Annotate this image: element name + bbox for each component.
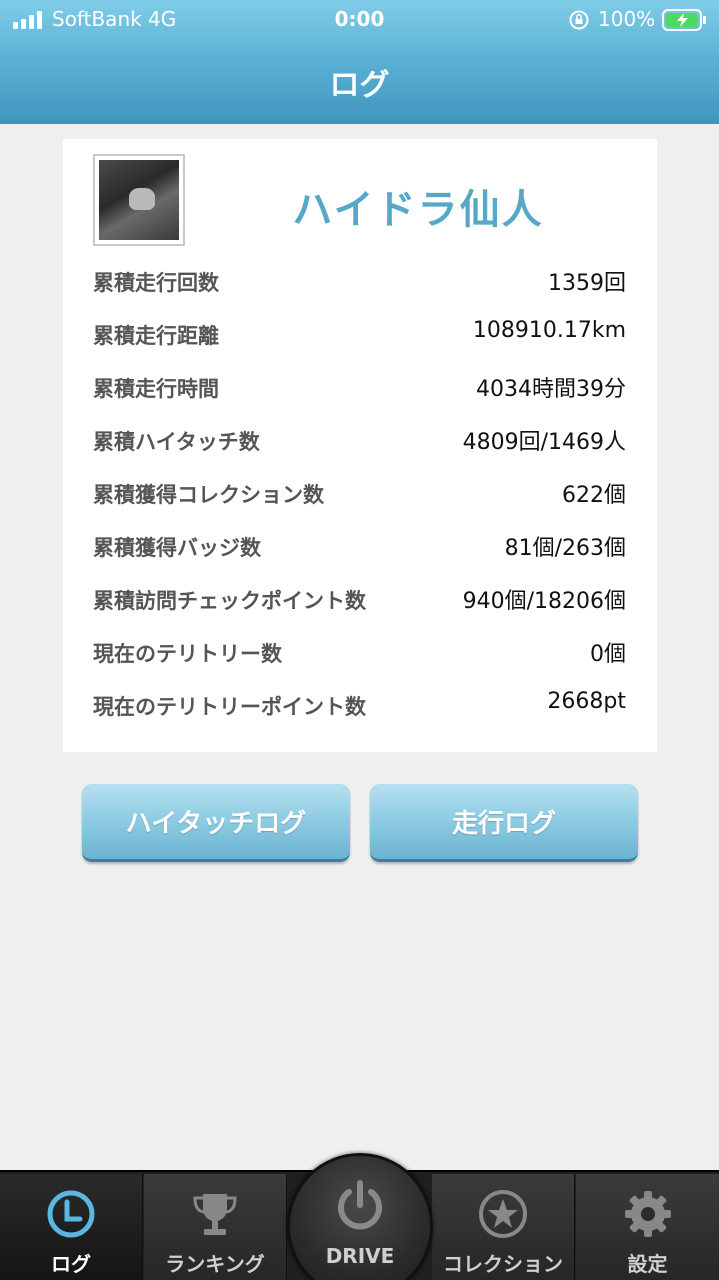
avatar[interactable] — [93, 154, 185, 246]
stat-label: 累積獲得コレクション数 — [93, 483, 324, 507]
stat-label: 現在のテリトリー数 — [93, 642, 282, 666]
user-name: ハイドラ仙人 — [292, 187, 544, 233]
stat-row: 累積獲得コレクション数 622個 — [93, 479, 626, 519]
stat-row: 現在のテリトリーポイント数 2668pt — [93, 689, 626, 731]
battery-charging-icon — [662, 9, 706, 31]
tab-collection-label: コレクション — [443, 1252, 563, 1276]
stat-row: 累積走行距離 108910.17km — [93, 318, 626, 360]
stat-value: 1359回 — [548, 271, 626, 296]
tab-collection[interactable]: コレクション — [432, 1174, 575, 1280]
hitouch-log-button[interactable]: ハイタッチログ — [82, 784, 350, 862]
star-icon — [479, 1190, 527, 1238]
stat-row: 累積獲得バッジ数 81個/263個 — [93, 532, 626, 572]
tab-settings-label: 設定 — [627, 1252, 668, 1276]
drive-label: DRIVE — [325, 1244, 395, 1268]
user-photo-icon — [99, 160, 179, 240]
stat-label: 累積走行時間 — [93, 377, 219, 401]
stat-value: 108910.17km — [472, 318, 626, 343]
orientation-lock-icon — [569, 10, 589, 30]
stat-value: 622個 — [562, 483, 626, 508]
status-bar: SoftBank 4G 0:00 100% — [0, 0, 719, 40]
stat-row: 現在のテリトリー数 0個 — [93, 638, 626, 678]
stat-row: 累積走行時間 4034時間39分 — [93, 373, 626, 413]
tab-ranking-label: ランキング — [165, 1252, 265, 1276]
stat-value: 0個 — [590, 642, 626, 667]
clock-icon — [47, 1190, 95, 1238]
profile-card: ハイドラ仙人 累積走行回数 1359回 累積走行距離 108910.17km 累… — [63, 139, 657, 752]
stat-value: 81個/263個 — [504, 536, 626, 561]
trophy-icon — [193, 1194, 237, 1235]
header-bar: SoftBank 4G 0:00 100% ログ — [0, 0, 719, 124]
stat-value: 940個/18206個 — [462, 589, 626, 614]
tab-log-label: ログ — [51, 1252, 91, 1276]
battery-percent: 100% — [598, 7, 656, 31]
stat-label: 累積走行距離 — [93, 324, 219, 348]
stat-value: 2668pt — [547, 689, 626, 714]
stat-label: 累積走行回数 — [93, 271, 219, 295]
stat-label: 累積ハイタッチ数 — [93, 430, 260, 454]
power-icon — [338, 1180, 382, 1230]
page-title: ログ — [329, 68, 390, 103]
stat-row: 累積ハイタッチ数 4809回/1469人 — [93, 426, 626, 466]
stat-row: 累積訪問チェックポイント数 940個/18206個 — [93, 585, 626, 625]
drive-log-button[interactable]: 走行ログ — [370, 784, 638, 862]
stat-label: 累積訪問チェックポイント数 — [93, 589, 366, 613]
stat-value: 4034時間39分 — [476, 377, 626, 402]
tab-settings[interactable]: 設定 — [576, 1174, 719, 1280]
stat-row: 累積走行回数 1359回 — [93, 267, 626, 307]
gear-icon — [624, 1191, 671, 1237]
stat-label: 現在のテリトリーポイント数 — [93, 695, 366, 719]
stat-label: 累積獲得バッジ数 — [93, 536, 261, 560]
stat-value: 4809回/1469人 — [462, 430, 626, 455]
tab-log[interactable]: ログ — [0, 1174, 143, 1280]
tab-ranking[interactable]: ランキング — [144, 1174, 287, 1280]
